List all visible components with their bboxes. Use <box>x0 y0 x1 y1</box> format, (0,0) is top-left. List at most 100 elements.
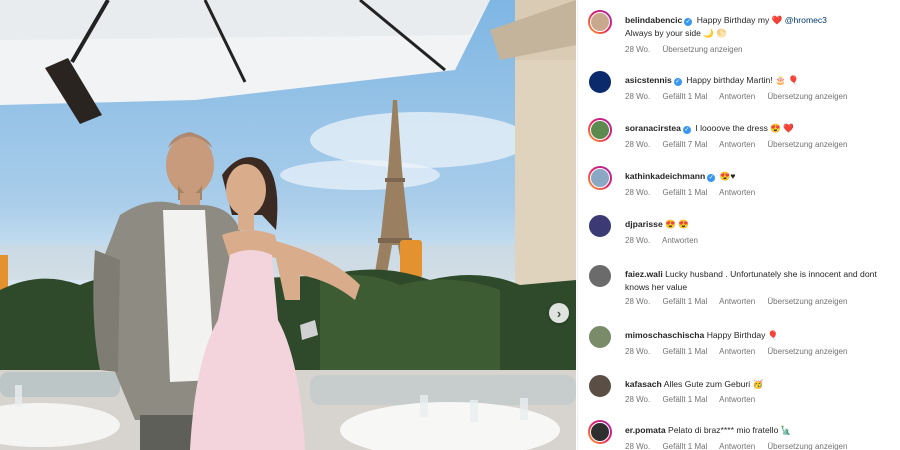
avatar[interactable] <box>588 264 612 288</box>
comment-meta: 28 Wo. Gefällt 1 Mal Antworten <box>625 188 765 197</box>
comment-body: 😍 😍 <box>665 219 689 229</box>
comment-meta: 28 Wo. Antworten <box>625 236 708 245</box>
mention-link[interactable]: @hromec3 <box>785 15 827 25</box>
comment-time[interactable]: 28 Wo. <box>625 140 650 149</box>
avatar-image <box>588 325 612 349</box>
translate-link[interactable]: Übersetzung anzeigen <box>767 140 847 149</box>
translate-link[interactable]: Übersetzung anzeigen <box>767 297 847 306</box>
photo-scene <box>0 0 576 450</box>
comment-body: Alles Gute zum Geburi 🥳 <box>663 379 764 389</box>
comment-body: Happy birthday Martin! 🎂 🎈 <box>686 75 799 85</box>
avatar-image <box>590 120 610 140</box>
comment-time[interactable]: 28 Wo. <box>625 297 650 306</box>
avatar-image <box>590 422 610 442</box>
avatar-image <box>590 12 610 32</box>
likes-count[interactable]: Gefällt 1 Mal <box>662 92 707 101</box>
avatar[interactable] <box>588 214 612 238</box>
comment-meta: 28 Wo. Gefällt 1 Mal Antworten <box>625 395 765 404</box>
comment-text: asicstennis ✓ Happy birthday Martin! 🎂 🎈 <box>625 74 896 87</box>
comment-username[interactable]: kafasach <box>625 379 662 389</box>
avatar[interactable] <box>588 10 612 34</box>
reply-link[interactable]: Antworten <box>719 92 755 101</box>
comment-text: kafasach Alles Gute zum Geburi 🥳 <box>625 378 896 391</box>
likes-count[interactable]: Gefällt 1 Mal <box>662 347 707 356</box>
avatar-image <box>588 70 612 94</box>
comment-body: Lucky husband . Unfortunately she is inn… <box>625 269 877 292</box>
verified-badge-icon: ✓ <box>684 18 693 26</box>
likes-count[interactable]: Gefällt 7 Mal <box>662 140 707 149</box>
comments-panel: belindabencic ✓ Happy Birthday my ❤️ @hro… <box>577 0 900 450</box>
verified-badge-icon: ✓ <box>673 78 682 86</box>
avatar-image <box>588 374 612 398</box>
comment-text: er.pomata Pelato di braz**** mio fratell… <box>625 424 896 437</box>
comment-text: djparisse 😍 😍 <box>625 218 896 231</box>
comment-item: kathinkadeichmann ✓ 😍♥ 28 Wo. Gefällt 1 M… <box>588 164 900 204</box>
comment-time[interactable]: 28 Wo. <box>625 92 650 101</box>
comment-body: 😍♥ <box>719 171 736 181</box>
comment-username[interactable]: mimoschaschischa <box>625 330 704 340</box>
comment-username[interactable]: faiez.wali <box>625 269 663 279</box>
comment-body-line2: Always by your side 🌙 🌕 <box>625 28 728 38</box>
comment-meta: 28 Wo. Übersetzung anzeigen <box>625 45 753 54</box>
comment-username[interactable]: asicstennis <box>625 75 672 85</box>
comment-item: kafasach Alles Gute zum Geburi 🥳 28 Wo. … <box>588 372 900 412</box>
comment-time[interactable]: 28 Wo. <box>625 188 650 197</box>
reply-link[interactable]: Antworten <box>719 347 755 356</box>
avatar[interactable] <box>588 374 612 398</box>
translate-link[interactable]: Übersetzung anzeigen <box>767 442 847 450</box>
comment-body: Happy Birthday 🎈 <box>706 330 779 340</box>
translate-link[interactable]: Übersetzung anzeigen <box>662 45 742 54</box>
verified-badge-icon: ✓ <box>707 174 716 182</box>
comment-username[interactable]: soranacirstea <box>625 123 681 133</box>
comment-text: faiez.wali Lucky husband . Unfortunately… <box>625 268 896 294</box>
comment-username[interactable]: belindabencic <box>625 15 682 25</box>
comment-item: djparisse 😍 😍 28 Wo. Antworten <box>588 212 900 252</box>
comment-item: faiez.wali Lucky husband . Unfortunately… <box>588 262 900 312</box>
comment-time[interactable]: 28 Wo. <box>625 45 650 54</box>
comment-time[interactable]: 28 Wo. <box>625 442 650 450</box>
avatar-image <box>588 264 612 288</box>
avatar[interactable] <box>588 70 612 94</box>
avatar-image <box>590 168 610 188</box>
comment-text: mimoschaschischa Happy Birthday 🎈 <box>625 329 896 342</box>
comment-text: soranacirstea ✓ I loooove the dress 😍 ❤️ <box>625 122 896 135</box>
reply-link[interactable]: Antworten <box>719 395 755 404</box>
comment-text: belindabencic ✓ Happy Birthday my ❤️ @hro… <box>625 14 896 40</box>
comment-item: asicstennis ✓ Happy birthday Martin! 🎂 🎈 … <box>588 68 900 108</box>
comment-body: Pelato di braz**** mio fratello 🗽 <box>668 425 792 435</box>
likes-count[interactable]: Gefällt 1 Mal <box>662 442 707 450</box>
verified-badge-icon: ✓ <box>682 126 691 134</box>
comment-text: kathinkadeichmann ✓ 😍♥ <box>625 170 896 183</box>
reply-link[interactable]: Antworten <box>719 140 755 149</box>
comment-meta: 28 Wo. Gefällt 1 Mal Antworten Übersetzu… <box>625 347 857 356</box>
comment-time[interactable]: 28 Wo. <box>625 395 650 404</box>
comment-username[interactable]: djparisse <box>625 219 663 229</box>
avatar-image <box>588 214 612 238</box>
avatar[interactable] <box>588 325 612 349</box>
reply-link[interactable]: Antworten <box>719 188 755 197</box>
reply-link[interactable]: Antworten <box>662 236 698 245</box>
next-photo-button[interactable]: › <box>549 303 569 323</box>
comment-time[interactable]: 28 Wo. <box>625 347 650 356</box>
comment-meta: 28 Wo. Gefällt 1 Mal Antworten Übersetzu… <box>625 442 857 450</box>
comment-body: Happy Birthday my <box>696 15 770 25</box>
comment-body: I loooove the dress 😍 ❤️ <box>695 123 795 133</box>
reply-link[interactable]: Antworten <box>719 442 755 450</box>
likes-count[interactable]: Gefällt 1 Mal <box>662 188 707 197</box>
comment-meta: 28 Wo. Gefällt 1 Mal Antworten Übersetzu… <box>625 92 857 101</box>
avatar[interactable] <box>588 420 612 444</box>
likes-count[interactable]: Gefällt 1 Mal <box>662 297 707 306</box>
avatar[interactable] <box>588 166 612 190</box>
reply-link[interactable]: Antworten <box>719 297 755 306</box>
post-photo: › <box>0 0 576 450</box>
likes-count[interactable]: Gefällt 1 Mal <box>662 395 707 404</box>
comment-username[interactable]: er.pomata <box>625 425 666 435</box>
avatar[interactable] <box>588 118 612 142</box>
comment-meta: 28 Wo. Gefällt 7 Mal Antworten Übersetzu… <box>625 140 857 149</box>
comment-meta: 28 Wo. Gefällt 1 Mal Antworten Übersetzu… <box>625 297 857 306</box>
comment-time[interactable]: 28 Wo. <box>625 236 650 245</box>
translate-link[interactable]: Übersetzung anzeigen <box>767 347 847 356</box>
translate-link[interactable]: Übersetzung anzeigen <box>767 92 847 101</box>
comment-item: soranacirstea ✓ I loooove the dress 😍 ❤️ … <box>588 116 900 156</box>
comment-username[interactable]: kathinkadeichmann <box>625 171 705 181</box>
